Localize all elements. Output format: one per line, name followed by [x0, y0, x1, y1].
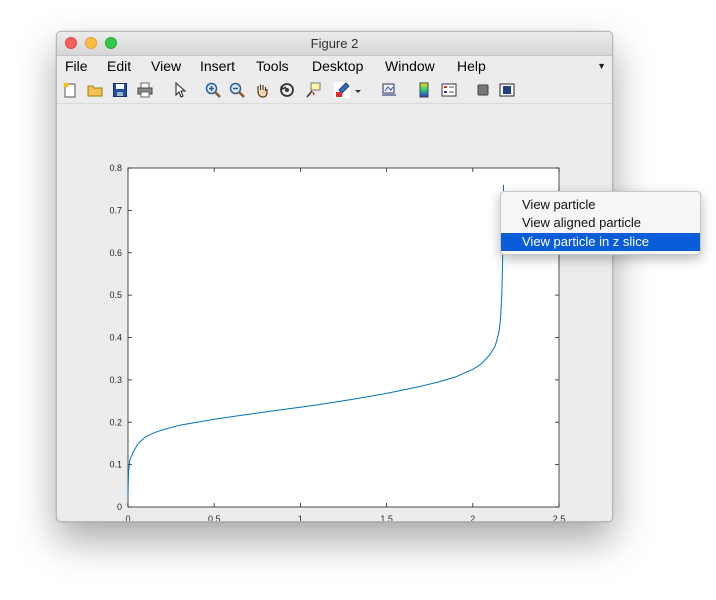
menu-window[interactable]: Window — [385, 58, 435, 74]
brush-icon[interactable] — [334, 82, 350, 98]
pointer-icon[interactable] — [172, 82, 188, 98]
x-tick-label: 0 — [125, 514, 130, 521]
zoom-out-icon[interactable] — [229, 82, 245, 98]
x-tick-label: 1.5 — [380, 514, 393, 521]
data-cursor-icon[interactable] — [305, 82, 321, 98]
y-tick-label: 0.6 — [109, 248, 122, 258]
open-file-icon[interactable] — [87, 82, 103, 98]
menu-item-view-particle-in-z-slice[interactable]: View particle in z slice — [501, 233, 700, 251]
y-tick-label: 0.2 — [109, 417, 122, 427]
menu-tools[interactable]: Tools — [256, 58, 289, 74]
window-title: Figure 2 — [310, 36, 359, 51]
y-tick-label: 0.1 — [109, 460, 122, 470]
menu-view[interactable]: View — [151, 58, 181, 74]
show-plot-tools-icon[interactable] — [499, 82, 515, 98]
menu-item-view-particle[interactable]: View particle — [501, 196, 700, 214]
menu-edit[interactable]: Edit — [107, 58, 131, 74]
line-chart[interactable]: 00.511.522.500.10.20.30.40.50.60.70.8×10… — [57, 104, 612, 521]
figure-window: Figure 2 File Edit View Insert Tools Des… — [56, 31, 613, 522]
menu-insert[interactable]: Insert — [200, 58, 235, 74]
colorbar-icon[interactable] — [416, 82, 432, 98]
x-tick-label: 1 — [298, 514, 303, 521]
zoom-in-icon[interactable] — [205, 82, 221, 98]
link-plot-icon[interactable] — [381, 82, 397, 98]
new-figure-icon[interactable] — [62, 82, 78, 98]
save-icon[interactable] — [112, 82, 128, 98]
y-tick-label: 0 — [117, 502, 122, 512]
y-tick-label: 0.4 — [109, 333, 122, 343]
y-tick-label: 0.3 — [109, 375, 122, 385]
y-tick-label: 0.7 — [109, 205, 122, 215]
menu-desktop[interactable]: Desktop — [312, 58, 363, 74]
y-tick-label: 0.5 — [109, 290, 122, 300]
context-menu: View particle View aligned particle View… — [500, 191, 701, 255]
figure-toolbar — [57, 78, 612, 104]
legend-icon[interactable] — [441, 82, 457, 98]
axes-box — [127, 167, 560, 508]
rotate-3d-icon[interactable] — [279, 82, 295, 98]
y-tick-label: 0.8 — [109, 163, 122, 173]
brush-dropdown-icon[interactable] — [354, 82, 362, 98]
title-bar[interactable]: Figure 2 — [57, 32, 612, 56]
menu-item-view-aligned-particle[interactable]: View aligned particle — [501, 214, 700, 232]
print-icon[interactable] — [137, 82, 153, 98]
plot-area: 00.511.522.500.10.20.30.40.50.60.70.8×10… — [57, 104, 612, 521]
menu-bar: File Edit View Insert Tools Desktop Wind… — [57, 56, 612, 78]
x-tick-label: 0.5 — [208, 514, 221, 521]
menubar-dock-arrow-icon[interactable]: ▼ — [597, 61, 606, 71]
menu-file[interactable]: File — [65, 58, 88, 74]
pan-hand-icon[interactable] — [254, 82, 270, 98]
menu-help[interactable]: Help — [457, 58, 486, 74]
hide-plot-tools-icon[interactable] — [475, 82, 491, 98]
x-tick-label: 2.5 — [553, 514, 566, 521]
x-tick-label: 2 — [470, 514, 475, 521]
